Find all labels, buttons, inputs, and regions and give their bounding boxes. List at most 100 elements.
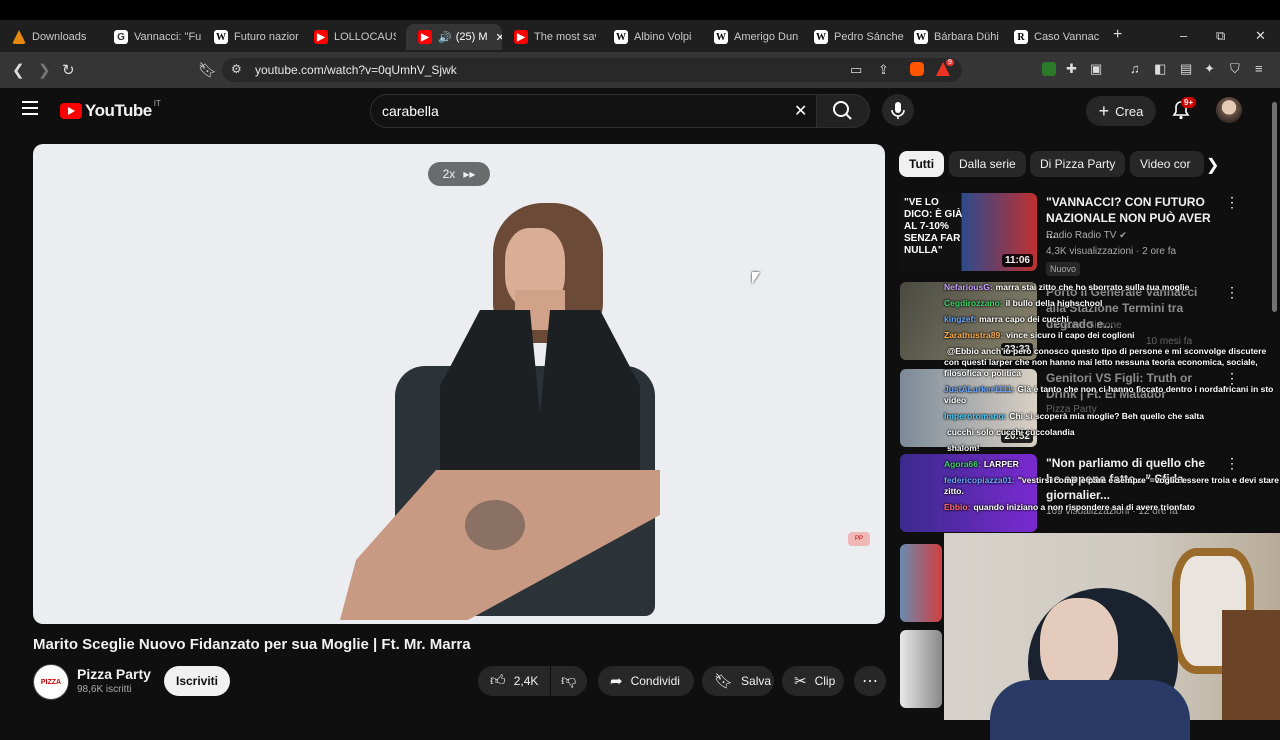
youtube-icon: ▶ [418,30,432,44]
wikipedia-icon: W [214,30,228,44]
more-actions-button[interactable]: ⋯ [854,666,886,696]
window-top-bar [0,0,1280,20]
chip-related[interactable]: Video cor [1130,151,1204,177]
channel-watermark: PP [848,532,870,546]
subscribe-button[interactable]: Iscriviti [164,666,230,696]
tab-barbara[interactable]: W Bárbara Dühi [914,24,1004,50]
chip-channel[interactable]: Di Pizza Party [1030,151,1126,177]
tab-lollocaust[interactable]: ▶LOLLOCAUST [314,24,396,50]
chip-series[interactable]: Dalla serie [949,151,1026,177]
search-query[interactable]: carabella [382,103,439,119]
chat-message: Cegdirozzano: il bullo della highschool [944,298,1103,308]
tab-albino-volpi[interactable]: W Albino Volpi [614,24,704,50]
youtube-icon: ▶ [314,30,328,44]
chat-overlay: NefariousG: marra stai zitto che ho sborr… [944,282,1280,518]
recommendation-channel: Radio Radio TV ✔ [1046,230,1127,241]
restore-button[interactable]: ⧉ [1216,28,1225,44]
vpn-icon[interactable]: ⛉ [1230,61,1240,77]
microphone-icon [891,102,905,119]
chat-message: @Ebbio anch'io però conosco questo tipo … [944,346,1267,378]
avatar[interactable] [1216,97,1242,123]
tab-active-video[interactable]: ▶ 🔊 (25) M ✕ [406,24,502,50]
extension-icon[interactable] [1042,62,1056,76]
media-icon[interactable]: ♫ [1130,61,1140,76]
recommendation-thumbnail[interactable]: "VE LO DICO: È GIÀ AL 7-10% SENZA FAR NU… [900,193,1037,271]
channel-name[interactable]: Pizza Party [77,666,151,682]
new-badge: Nuovo [1046,262,1081,276]
bookmark-icon: 🔖︎ [714,673,734,690]
wallet-icon[interactable]: ▤ [1180,61,1192,77]
tab-vannacci[interactable]: G Vannacci: "Fu [114,24,202,50]
site-settings-icon[interactable]: ⚙ [231,62,242,76]
wikipedia-icon: W [614,30,628,44]
url-text[interactable]: youtube.com/watch?v=0qUmhV_Sjwk [255,63,457,77]
puzzle-icon[interactable]: ✚ [1066,61,1077,77]
tab-downloads[interactable]: Downloads [12,24,102,50]
youtube-icon: ▶ [514,30,528,44]
recommendation-thumbnail[interactable] [900,544,942,622]
chat-message: Ebbio: quando iniziano a non rispondere s… [944,502,1195,512]
more-icon[interactable]: ⋮ [1225,194,1239,211]
chevron-right-icon[interactable]: ❯ [1206,155,1219,175]
chat-message: shalom! [947,443,980,453]
chat-message: Zarathustra89: vince sicuro il capo dei c… [944,330,1135,340]
verified-icon: ✔ [1119,230,1127,240]
leo-ai-icon[interactable]: ✦ [1204,61,1215,77]
youtube-play-icon [60,103,82,119]
subscriber-count: 98,6K iscritti [77,684,132,695]
like-button[interactable]: 👍︎ 2,4K [478,666,550,696]
clip-button[interactable]: ✂ Clip [782,666,844,696]
search-icon [833,101,852,120]
tab-most-savage[interactable]: ▶ The most sav [514,24,596,50]
voice-search-button[interactable] [882,94,914,126]
close-tab-icon[interactable]: ✕ [495,31,502,44]
youtube-logo[interactable]: YouTube IT [60,99,161,121]
tab-caso-vannacci[interactable]: R Caso Vannac [1014,24,1104,50]
screenshot-icon[interactable]: ▣ [1090,61,1102,77]
page-scrollbar[interactable] [1268,88,1280,720]
tab-futuro[interactable]: W Futuro nazior [214,24,304,50]
tab-amerigo[interactable]: W Amerigo Dun [714,24,804,50]
thumbs-down-icon: 👎︎ [561,672,577,689]
sidebar-icon[interactable]: ◧ [1154,61,1166,77]
webcam-streamer-body [990,680,1190,740]
shield-badge: 9 [946,59,954,66]
clear-search-icon[interactable]: ✕ [794,101,807,121]
back-arrow-icon[interactable]: ❮ [12,61,25,79]
thumbs-up-icon: 👍︎ [490,672,506,689]
repubblica-icon: R [1014,30,1028,44]
create-button[interactable]: + Crea [1086,96,1156,126]
browser-menu-icon[interactable]: ≡ [1255,61,1263,76]
recommendation-meta: 4,3K visualizzazioni · 2 ore fa [1046,246,1177,257]
dislike-button[interactable]: 👎︎ [551,666,587,696]
video-title: Marito Sceglie Nuovo Fidanzato per sua M… [33,636,471,653]
wikipedia-icon: W [814,30,828,44]
share-button[interactable]: ➦ Condividi [598,666,694,696]
recommendation-thumbnail[interactable] [900,630,942,708]
audio-playing-icon: 🔊 [438,31,452,44]
channel-avatar[interactable]: PIZZA [33,664,69,700]
save-button[interactable]: 🔖︎ Salva [702,666,774,696]
share-icon[interactable]: ⇪ [878,62,889,78]
forward-arrow-icon[interactable]: ❯ [38,61,51,79]
bookmark-icon[interactable]: 🔖︎ [198,61,217,79]
scrollbar-thumb[interactable] [1272,102,1277,312]
new-tab-button[interactable]: + [1113,26,1122,44]
tab-pedro[interactable]: W Pedro Sánche [814,24,904,50]
share-arrow-icon: ➦ [610,673,623,690]
chat-message: Agora66: LARPER [944,459,1019,469]
hamburger-menu-icon[interactable] [22,101,38,115]
minimize-button[interactable]: – [1180,28,1187,43]
reload-icon[interactable]: ↻ [62,61,75,79]
notification-badge: 9+ [1181,97,1197,108]
scissors-icon: ✂ [794,673,807,690]
chat-message: NefariousG: marra stai zitto che ho sborr… [944,282,1190,292]
close-window-button[interactable]: ✕ [1255,28,1266,44]
search-button[interactable] [816,94,870,128]
brave-shield-icon[interactable] [910,62,924,76]
mouse-cursor [752,272,760,284]
chat-message: kingzef: marra capo dei cucchi [944,314,1069,324]
wikipedia-icon: W [914,30,928,44]
cast-icon[interactable]: ▭ [850,62,862,78]
chip-all[interactable]: Tutti [899,151,945,177]
